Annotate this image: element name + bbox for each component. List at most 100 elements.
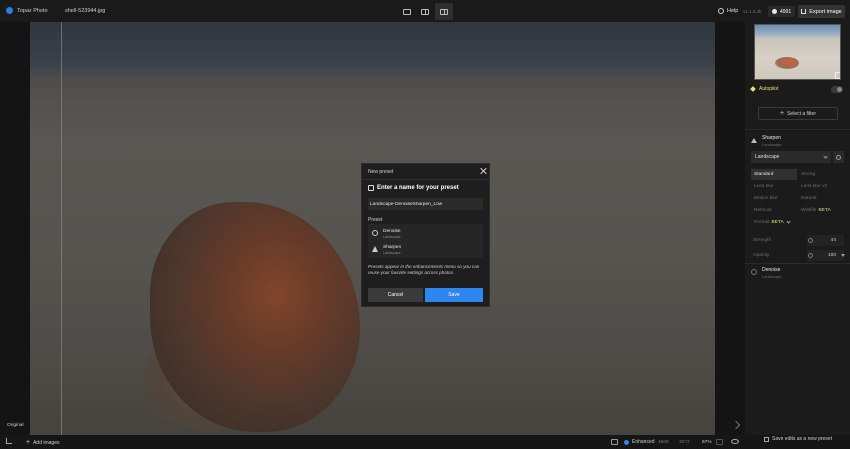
help-icon: [718, 8, 724, 14]
preset-note: Presets appear in the enhancements menu …: [368, 264, 480, 275]
preset-list: Denoise Landscape Sharpen Landscape: [368, 224, 483, 258]
plus-icon: +: [26, 439, 31, 446]
image-width: 4608: [658, 440, 669, 445]
mode-label: Natural: [801, 196, 817, 201]
close-icon[interactable]: [479, 167, 487, 175]
mode-portrait[interactable]: Portrait BETA: [751, 217, 797, 228]
opacity-row: Opacity 100: [751, 250, 845, 262]
mode-refocus[interactable]: Refocus: [751, 205, 797, 216]
sharpen-header[interactable]: Sharpen Landscape: [751, 135, 782, 147]
fit-icon[interactable]: [716, 439, 723, 445]
autopilot-label: Autopilot: [759, 86, 779, 92]
app-name: Topaz Photo: [17, 7, 48, 14]
chevron-down-icon: [823, 153, 828, 159]
preset-section-label: Preset: [368, 217, 383, 223]
cancel-button[interactable]: Cancel: [368, 288, 423, 302]
mode-standard[interactable]: Standard: [751, 169, 797, 180]
navigator-thumbnail[interactable]: [754, 24, 841, 80]
preset-item-name: Sharpen: [383, 244, 402, 250]
save-edits-label: Save edits as a new preset: [772, 436, 833, 442]
mode-lens-blur[interactable]: Lens blur: [751, 181, 797, 192]
save-button[interactable]: Save: [425, 288, 483, 302]
mode-label: Refocus: [754, 208, 772, 213]
mode-natural[interactable]: Natural: [798, 193, 844, 204]
sparkle-icon: [750, 86, 756, 92]
collapse-icon[interactable]: [731, 420, 741, 430]
split-view-button[interactable]: [435, 3, 453, 20]
credits-button[interactable]: 4991: [768, 6, 796, 17]
preset-item-name: Denoise: [383, 228, 401, 234]
eye-icon[interactable]: [731, 439, 739, 444]
single-view-button[interactable]: [398, 3, 416, 20]
select-filter-label: Select a filter: [787, 110, 816, 117]
add-preset-icon: [368, 185, 374, 191]
strength-value: 44: [830, 238, 836, 243]
enhanced-toggle[interactable]: Enhanced: [624, 439, 655, 445]
beta-badge: BETA: [818, 208, 831, 213]
enhanced-dot-icon: [624, 439, 629, 445]
mode-label: Strong: [801, 172, 816, 177]
thumbnail-shell: [775, 57, 799, 69]
image-height: 3072: [679, 440, 690, 445]
dialog-heading-row: Enter a name for your preset: [368, 185, 459, 191]
side-by-side-view-icon: [421, 8, 429, 15]
split-view-icon: [440, 8, 448, 15]
mode-motion-blur[interactable]: Motion blur: [751, 193, 797, 204]
original-label: Original: [7, 423, 24, 428]
compare-icon[interactable]: [611, 439, 618, 445]
save-edits-button[interactable]: Save edits as a new preset: [764, 436, 832, 442]
sharpen-title: Sharpen: [762, 135, 781, 141]
upload-icon[interactable]: [6, 438, 12, 444]
sharpen-model-value: Landscape: [755, 154, 780, 160]
sharpen-model-dropdown[interactable]: Landscape: [751, 151, 831, 163]
crop-icon[interactable]: [835, 72, 840, 79]
autopilot-toggle[interactable]: [831, 86, 843, 93]
credits-count: 4991: [780, 8, 792, 15]
mode-label: Motion blur: [754, 196, 778, 201]
mode-strong[interactable]: Strong: [798, 169, 844, 180]
add-images-button[interactable]: + Add images: [26, 439, 60, 446]
denoise-title: Denoise: [762, 267, 781, 273]
preset-item-sub: Landscape: [383, 234, 401, 239]
select-filter-button[interactable]: + Select a filter: [758, 107, 838, 120]
opacity-label: Opacity: [753, 253, 770, 258]
mode-label: Lens blur: [754, 184, 774, 189]
slider-knob-icon[interactable]: [808, 238, 813, 243]
triangle-sharpen-icon: [751, 138, 757, 143]
autopilot-row: Autopilot: [750, 86, 779, 92]
preset-item-denoise: Denoise Landscape: [372, 226, 472, 240]
mode-lens-blur-v2[interactable]: Lens blur v2: [798, 181, 844, 192]
zoom-level[interactable]: 67%: [702, 440, 712, 445]
strength-label: Strength: [753, 238, 772, 243]
mode-label: Wildlife: [801, 208, 817, 213]
chevron-down-icon[interactable]: [841, 254, 845, 257]
panel-divider: [745, 263, 850, 264]
sharpen-subtitle: Landscape: [762, 142, 782, 147]
preset-name-input[interactable]: [368, 198, 483, 210]
save-preset-icon: [764, 436, 769, 442]
help-button[interactable]: Help: [718, 8, 738, 14]
side-by-side-view-button[interactable]: [416, 3, 434, 20]
denoise-header[interactable]: Denoise Landscape: [751, 267, 782, 279]
mode-label: Standard: [754, 172, 774, 177]
mode-wildlife[interactable]: Wildlife BETA: [798, 205, 844, 216]
gear-icon: [836, 154, 841, 160]
sharpen-settings-button[interactable]: [833, 151, 844, 163]
credit-icon: [772, 9, 777, 14]
app-brand: Topaz Photo: [6, 7, 48, 14]
enhanced-label: Enhanced: [632, 439, 655, 445]
new-preset-dialog: New preset Enter a name for your preset …: [361, 163, 490, 307]
beta-badge: BETA: [771, 220, 784, 225]
topaz-logo-icon: [6, 7, 13, 14]
panel-divider: [745, 129, 850, 130]
slider-knob-icon[interactable]: [808, 253, 813, 258]
dialog-divider: [362, 179, 489, 180]
export-label: Export image: [809, 8, 842, 15]
circle-denoise-icon: [372, 230, 378, 236]
chevron-down-icon: [786, 219, 791, 224]
circle-denoise-icon: [751, 269, 757, 275]
file-name: shell-523944.jpg: [65, 8, 106, 14]
version-label: v1.1.0.3b: [743, 9, 762, 14]
export-image-button[interactable]: Export image: [798, 5, 845, 18]
dialog-title: New preset: [368, 169, 394, 175]
